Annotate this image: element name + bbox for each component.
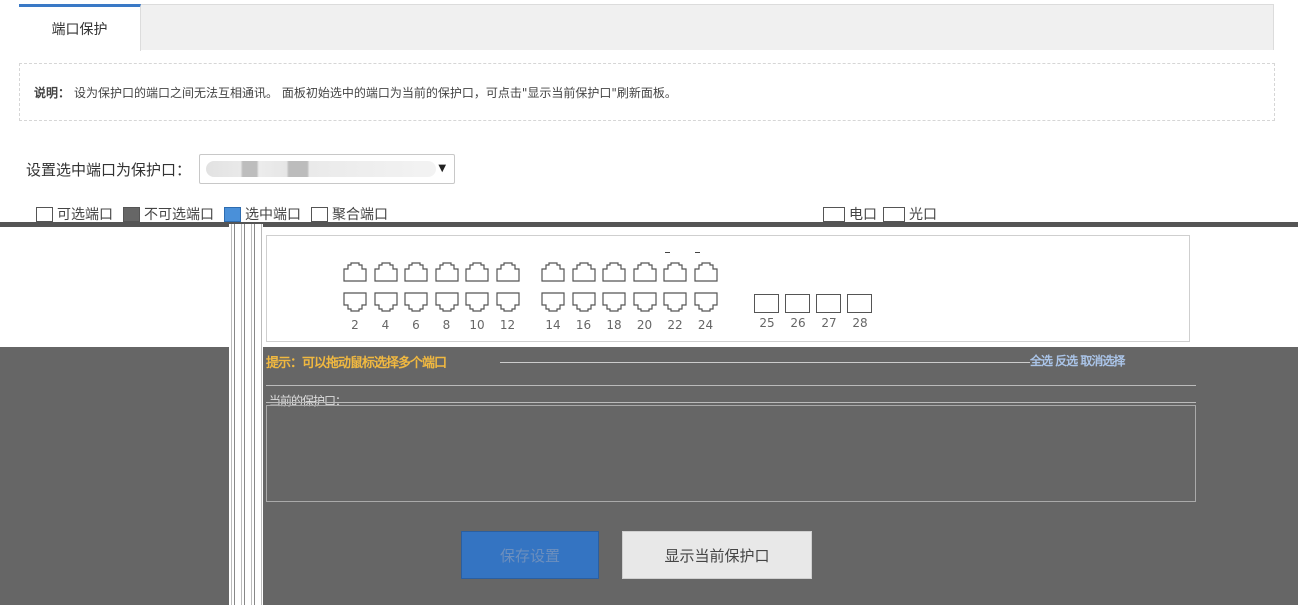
legend-selectable-label: 可选端口 <box>57 207 113 223</box>
copper-port-even[interactable] <box>571 292 597 312</box>
legend-fiber-icon <box>883 206 905 222</box>
port-marker <box>695 252 700 253</box>
port-number-label: 20 <box>636 318 653 332</box>
port-legend: 可选端口 不可选端口 选中端口 聚合端口 <box>26 204 388 224</box>
fiber-port[interactable] <box>785 294 810 313</box>
legend-selected-icon <box>224 206 241 222</box>
port-number-label: 8 <box>442 318 451 332</box>
copper-port-odd[interactable] <box>342 262 368 282</box>
port-type-legend: 电口 光口 <box>817 204 937 224</box>
protect-select[interactable]: ▼ <box>199 154 456 184</box>
protect-select-label: 设置选中端口为保护口： <box>26 160 192 179</box>
selection-links[interactable]: 全选 反选 取消选择 <box>1030 352 1125 369</box>
copper-port-odd[interactable] <box>495 262 521 282</box>
tab-port-protection[interactable]: 端口保护 <box>19 4 141 51</box>
fiber-port[interactable] <box>816 294 841 313</box>
fiber-port[interactable] <box>847 294 872 313</box>
copper-port-even[interactable] <box>540 292 566 312</box>
legend-unselectable-label: 不可选端口 <box>144 207 214 223</box>
chevron-down-icon: ▼ <box>438 163 447 174</box>
fiber-port[interactable] <box>754 294 779 313</box>
tab-bar: 端口保护 <box>19 4 1274 51</box>
port-number-label: 14 <box>545 318 561 332</box>
port-number-label: 27 <box>821 316 837 330</box>
copper-port-even[interactable] <box>662 292 688 312</box>
dialog-hint-title: 提示：可以拖动鼠标选择多个端口 <box>266 356 447 371</box>
show-current-button-label: 显示当前保护口 <box>664 546 770 565</box>
copper-port-odd[interactable] <box>571 262 597 282</box>
copper-port-odd[interactable] <box>403 262 429 282</box>
divider-line <box>266 385 1196 386</box>
port-number-label: 22 <box>667 318 683 332</box>
port-number-label: 10 <box>469 318 485 332</box>
tab-label: 端口保护 <box>51 22 108 38</box>
legend-selected-label: 选中端口 <box>245 207 301 223</box>
select-value-blurred <box>206 161 437 177</box>
legend-unselectable-icon <box>123 206 140 222</box>
port-number-label: 12 <box>499 318 516 332</box>
port-number-label: 24 <box>697 318 714 332</box>
save-button-label: 保存设置 <box>499 546 560 565</box>
port-number-label: 25 <box>759 316 775 330</box>
render-glitch-bar <box>0 222 1298 227</box>
copper-port-even[interactable] <box>632 292 658 312</box>
divider-line <box>266 402 1196 403</box>
port-number-label: 2 <box>351 318 359 332</box>
legend-copper-label: 电口 <box>849 207 877 223</box>
port-number-label: 4 <box>381 318 390 332</box>
dialog-edge-artifact <box>229 224 263 605</box>
legend-selectable-icon <box>36 206 53 222</box>
copper-port-odd[interactable] <box>540 262 566 282</box>
title-divider <box>500 362 1030 363</box>
copper-port-even[interactable] <box>693 292 719 312</box>
copper-port-odd[interactable] <box>464 262 490 282</box>
legend-aggregate-label: 聚合端口 <box>332 207 388 223</box>
copper-port-even[interactable] <box>403 292 429 312</box>
copper-port-odd[interactable] <box>632 262 658 282</box>
current-protect-textarea[interactable] <box>266 405 1196 502</box>
legend-fiber-label: 光口 <box>909 207 937 223</box>
copper-port-even[interactable] <box>434 292 460 312</box>
copper-port-odd[interactable] <box>601 262 627 282</box>
port-number-label: 6 <box>412 318 420 332</box>
description-text: 设为保护口的端口之间无法互相通讯。 面板初始选中的端口为当前的保护口，可点击"显… <box>74 85 677 100</box>
port-number-label: 18 <box>606 318 622 332</box>
legend-copper-icon <box>823 206 845 222</box>
copper-port-even[interactable] <box>601 292 627 312</box>
port-panel: 2 4 6 8 10 12 14 16 18 20 22 24 25 26 27 28 <box>266 235 1190 342</box>
copper-port-odd[interactable] <box>434 262 460 282</box>
copper-port-even[interactable] <box>373 292 399 312</box>
copper-port-odd[interactable] <box>693 262 719 282</box>
port-number-label: 16 <box>575 318 592 332</box>
copper-port-odd[interactable] <box>373 262 399 282</box>
port-number-label: 26 <box>790 316 806 330</box>
save-button[interactable]: 保存设置 <box>461 531 599 579</box>
show-current-button[interactable]: 显示当前保护口 <box>622 531 812 579</box>
protect-select-row: 设置选中端口为保护口： ▼ <box>26 152 456 186</box>
legend-aggregate-icon <box>311 206 328 222</box>
port-marker <box>665 252 670 253</box>
copper-port-even[interactable] <box>495 292 521 312</box>
copper-port-odd[interactable] <box>662 262 688 282</box>
description-label: 说明： <box>34 85 71 100</box>
port-number-label: 28 <box>852 316 868 330</box>
description-box: 说明： 设为保护口的端口之间无法互相通讯。 面板初始选中的端口为当前的保护口，可… <box>19 63 1275 121</box>
copper-port-even[interactable] <box>342 292 368 312</box>
copper-port-even[interactable] <box>464 292 490 312</box>
